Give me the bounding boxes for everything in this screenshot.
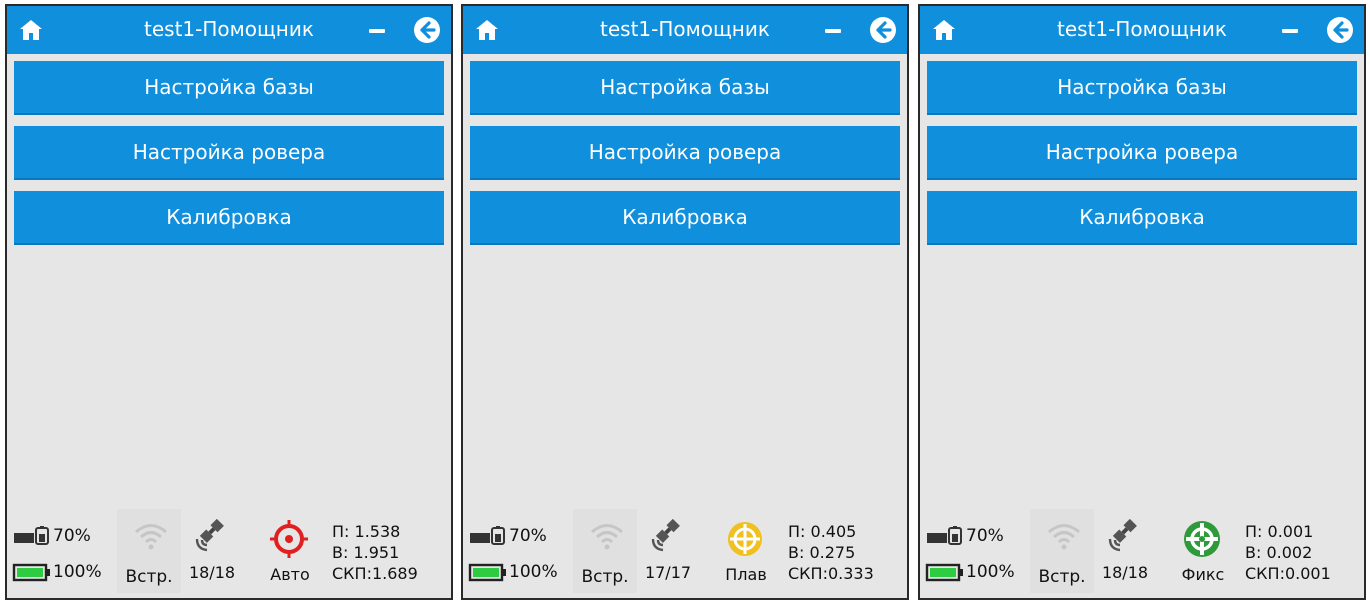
fix-status-label: Авто — [270, 565, 310, 584]
home-icon[interactable] — [17, 16, 45, 44]
satellite-count: 18/18 — [1101, 563, 1149, 582]
status-bar: 70% 100% Встр. 18/18 Авто П: 1.538 В: 1.… — [7, 503, 451, 598]
back-arrow-icon[interactable] — [413, 16, 441, 44]
home-icon[interactable] — [473, 16, 501, 44]
rover-setup-button[interactable]: Настройка ровера — [14, 126, 444, 180]
device-battery-percent: 70% — [509, 526, 547, 546]
satellite-icon — [648, 518, 686, 555]
rms-accuracy: СКП:0.333 — [788, 564, 874, 583]
rover-setup-button[interactable]: Настройка ровера — [470, 126, 900, 180]
horizontal-accuracy: П: 0.001 — [1245, 522, 1314, 541]
window-title: test1-Помощник — [600, 17, 770, 41]
satellite-count: 18/18 — [188, 563, 236, 582]
device-battery-icon — [12, 525, 52, 547]
receiver-battery-percent: 100% — [966, 562, 1015, 582]
minimize-icon[interactable] — [367, 19, 389, 41]
accuracy-readout: П: 0.405 В: 0.275 СКП:0.333 — [788, 521, 874, 584]
home-icon[interactable] — [930, 16, 958, 44]
title-bar: test1-Помощник — [463, 6, 907, 54]
link-label: Встр. — [125, 567, 173, 587]
crosshair-icon — [1182, 519, 1222, 559]
status-bar: 70% 100% Встр. 17/17 Плав П: 0.405 В: 0.… — [463, 503, 907, 598]
link-status[interactable]: Встр. — [1030, 509, 1094, 593]
window-title: test1-Помощник — [1057, 17, 1227, 41]
accuracy-readout: П: 0.001 В: 0.002 СКП:0.001 — [1245, 521, 1331, 584]
satellite-icon — [1105, 518, 1143, 555]
fix-status-label: Плав — [725, 565, 767, 584]
receiver-battery-icon — [468, 561, 508, 583]
wifi-icon — [1046, 521, 1082, 551]
assistant-panel-1: test1-Помощник Настройка базы Настройка … — [5, 4, 453, 600]
base-setup-button[interactable]: Настройка базы — [14, 61, 444, 115]
accuracy-readout: П: 1.538 В: 1.951 СКП:1.689 — [332, 521, 418, 584]
window-title: test1-Помощник — [144, 17, 314, 41]
link-status[interactable]: Встр. — [117, 509, 181, 593]
back-arrow-icon[interactable] — [1326, 16, 1354, 44]
vertical-accuracy: В: 0.002 — [1245, 543, 1313, 562]
minimize-icon[interactable] — [823, 19, 845, 41]
rms-accuracy: СКП:0.001 — [1245, 564, 1331, 583]
satellite-count: 17/17 — [644, 563, 692, 582]
horizontal-accuracy: П: 1.538 — [332, 522, 401, 541]
vertical-accuracy: В: 1.951 — [332, 543, 400, 562]
base-setup-button[interactable]: Настройка базы — [927, 61, 1357, 115]
device-battery-icon — [925, 525, 965, 547]
wifi-icon — [133, 521, 169, 551]
calibration-button[interactable]: Калибровка — [927, 191, 1357, 245]
title-bar: test1-Помощник — [7, 6, 451, 54]
horizontal-accuracy: П: 0.405 — [788, 522, 857, 541]
base-setup-button[interactable]: Настройка базы — [470, 61, 900, 115]
title-bar: test1-Помощник — [920, 6, 1364, 54]
calibration-button[interactable]: Калибровка — [470, 191, 900, 245]
receiver-battery-percent: 100% — [53, 562, 102, 582]
assistant-panel-2: test1-Помощник Настройка базы Настройка … — [461, 4, 909, 600]
calibration-button[interactable]: Калибровка — [14, 191, 444, 245]
receiver-battery-percent: 100% — [509, 562, 558, 582]
minimize-icon[interactable] — [1280, 19, 1302, 41]
receiver-battery-icon — [925, 561, 965, 583]
crosshair-icon — [269, 519, 309, 559]
link-label: Встр. — [1038, 567, 1086, 587]
status-bar: 70% 100% Встр. 18/18 Фикс П: 0.001 В: 0.… — [920, 503, 1364, 598]
crosshair-icon — [725, 519, 765, 559]
link-status[interactable]: Встр. — [573, 509, 637, 593]
satellite-icon — [192, 518, 230, 555]
receiver-battery-icon — [12, 561, 52, 583]
rover-setup-button[interactable]: Настройка ровера — [927, 126, 1357, 180]
wifi-icon — [589, 521, 625, 551]
device-battery-percent: 70% — [966, 526, 1004, 546]
vertical-accuracy: В: 0.275 — [788, 543, 856, 562]
back-arrow-icon[interactable] — [869, 16, 897, 44]
device-battery-percent: 70% — [53, 526, 91, 546]
rms-accuracy: СКП:1.689 — [332, 564, 418, 583]
device-battery-icon — [468, 525, 508, 547]
fix-status-label: Фикс — [1181, 565, 1225, 584]
assistant-panel-3: test1-Помощник Настройка базы Настройка … — [918, 4, 1366, 600]
link-label: Встр. — [581, 567, 629, 587]
